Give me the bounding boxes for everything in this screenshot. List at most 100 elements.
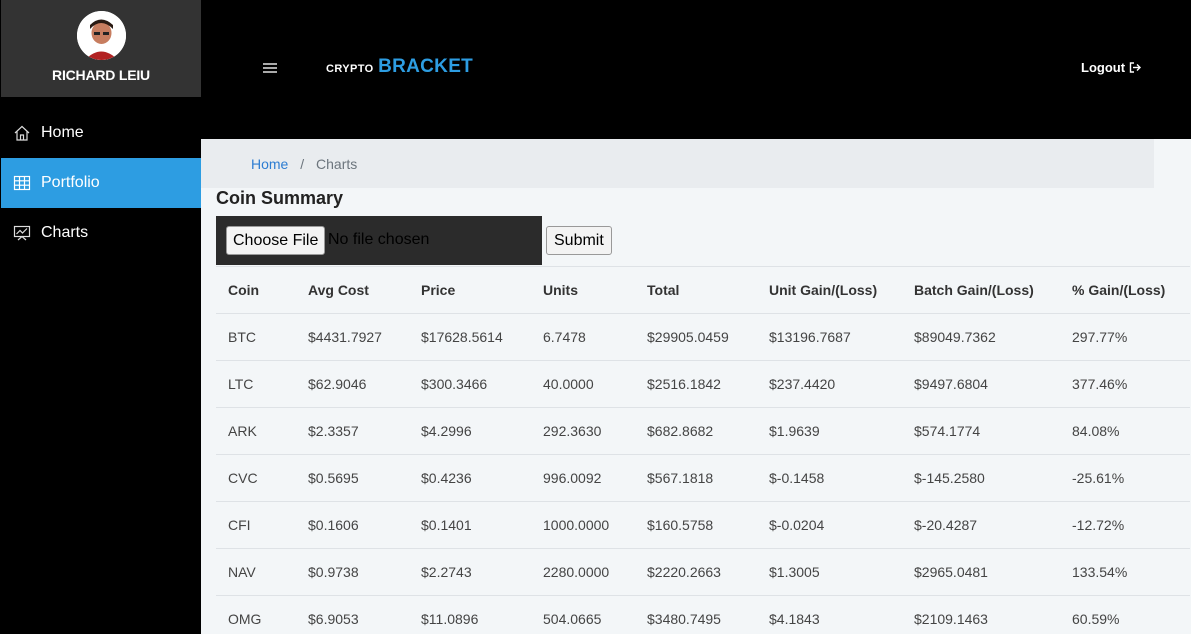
table-cell: $3480.7495 (635, 595, 757, 634)
table-cell: -12.72% (1060, 501, 1190, 549)
no-file-text: No file chosen (328, 231, 430, 248)
table-cell: $567.1818 (635, 454, 757, 502)
table-cell: $574.1774 (902, 407, 1060, 455)
table-cell: 84.08% (1060, 407, 1190, 455)
sidebar-item-portfolio[interactable]: Portfolio (1, 158, 201, 208)
table-cell: OMG (216, 595, 296, 634)
column-header: Units (531, 266, 635, 314)
table-cell: $0.5695 (296, 454, 409, 502)
brand-logo[interactable]: CRYPTO BRACKET (326, 56, 473, 78)
table-header-row: Coin Avg Cost Price Units Total Unit Gai… (216, 266, 1190, 314)
table-cell: 996.0092 (531, 454, 635, 502)
table-cell: $29905.0459 (635, 313, 757, 361)
table-cell: $2220.2663 (635, 548, 757, 596)
column-header: Total (635, 266, 757, 314)
table-cell: $160.5758 (635, 501, 757, 549)
table-cell: CFI (216, 501, 296, 549)
table-cell: ARK (216, 407, 296, 455)
table-cell: $-145.2580 (902, 454, 1060, 502)
table-row: CFI $0.1606 $0.1401 1000.0000 $160.5758 … (216, 501, 1190, 549)
sidebar-item-charts[interactable]: Charts (1, 208, 201, 258)
table-cell: 6.7478 (531, 313, 635, 361)
sidebar-item-label: Home (41, 124, 84, 141)
table-cell: $2965.0481 (902, 548, 1060, 596)
table-cell: $4431.7927 (296, 313, 409, 361)
column-header: % Gain/(Loss) (1060, 266, 1190, 314)
table-cell: $4.2996 (409, 407, 531, 455)
table-cell: $89049.7362 (902, 313, 1060, 361)
table-row: ARK $2.3357 $4.2996 292.3630 $682.8682 $… (216, 407, 1190, 455)
menu-toggle-icon[interactable] (263, 63, 277, 75)
table-cell: $300.3466 (409, 360, 531, 408)
user-name: RICHARD LEIU (52, 67, 150, 83)
coin-summary-table: Coin Avg Cost Price Units Total Unit Gai… (216, 266, 1190, 634)
table-cell: $11.0896 (409, 595, 531, 634)
table-cell: $0.1401 (409, 501, 531, 549)
column-header: Price (409, 266, 531, 314)
table-cell: $4.1843 (757, 595, 902, 634)
column-header: Batch Gain/(Loss) (902, 266, 1060, 314)
file-upload-box: Choose File No file chosen (216, 216, 542, 265)
table-cell: BTC (216, 313, 296, 361)
table-cell: $2516.1842 (635, 360, 757, 408)
table-cell: 292.3630 (531, 407, 635, 455)
brand-big-text: BRACKET (378, 56, 474, 77)
table-cell: 377.46% (1060, 360, 1190, 408)
logout-label: Logout (1081, 60, 1126, 75)
table-row: BTC $4431.7927 $17628.5614 6.7478 $29905… (216, 313, 1190, 361)
table-cell: 2280.0000 (531, 548, 635, 596)
avatar (77, 11, 126, 60)
table-cell: LTC (216, 360, 296, 408)
table-cell: 133.54% (1060, 548, 1190, 596)
breadcrumb-bar: Home / Charts (201, 139, 1154, 188)
table-cell: 60.59% (1060, 595, 1190, 634)
table-cell: CVC (216, 454, 296, 502)
breadcrumb-separator: / (300, 156, 305, 172)
profile-panel: RICHARD LEIU (1, 0, 201, 97)
table-cell: $237.4420 (757, 360, 902, 408)
table-cell: $2.3357 (296, 407, 409, 455)
logout-button[interactable]: Logout (1081, 60, 1142, 75)
table-cell: $0.1606 (296, 501, 409, 549)
breadcrumb: Home / Charts (251, 156, 357, 172)
table-cell: $17628.5614 (409, 313, 531, 361)
column-header: Unit Gain/(Loss) (757, 266, 902, 314)
brand-small-text: CRYPTO (326, 63, 374, 75)
sidebar-nav: Home Portfolio Charts (1, 108, 201, 258)
submit-button[interactable]: Submit (546, 226, 612, 255)
table-cell: 504.0665 (531, 595, 635, 634)
table-cell: NAV (216, 548, 296, 596)
column-header: Avg Cost (296, 266, 409, 314)
table-cell: $1.9639 (757, 407, 902, 455)
table-row: LTC $62.9046 $300.3466 40.0000 $2516.184… (216, 360, 1190, 408)
choose-file-button[interactable]: Choose File (226, 226, 326, 255)
presentation-chart-icon (12, 223, 32, 243)
table-cell: $-20.4287 (902, 501, 1060, 549)
sidebar-item-home[interactable]: Home (1, 108, 201, 158)
sidebar-item-label: Charts (41, 224, 89, 241)
breadcrumb-current: Charts (316, 156, 358, 172)
table-row: NAV $0.9738 $2.2743 2280.0000 $2220.2663… (216, 548, 1190, 596)
table-cell: $62.9046 (296, 360, 409, 408)
table-cell: $682.8682 (635, 407, 757, 455)
sign-out-icon (1129, 62, 1142, 73)
grid-icon (12, 173, 32, 193)
table-cell: $0.4236 (409, 454, 531, 502)
sidebar-item-label: Portfolio (41, 174, 100, 191)
section-title: Coin Summary (216, 188, 344, 208)
table-cell: $13196.7687 (757, 313, 902, 361)
table-cell: $-0.0204 (757, 501, 902, 549)
table-cell: $1.3005 (757, 548, 902, 596)
table-row: OMG $6.9053 $11.0896 504.0665 $3480.7495… (216, 595, 1190, 634)
home-icon (12, 123, 32, 143)
table-cell: $6.9053 (296, 595, 409, 634)
table-cell: -25.61% (1060, 454, 1190, 502)
column-header: Coin (216, 266, 296, 314)
table-cell: $2109.1463 (902, 595, 1060, 634)
table-cell: $9497.6804 (902, 360, 1060, 408)
sidebar: RICHARD LEIU Home Portfolio Charts (0, 0, 201, 634)
breadcrumb-home-link[interactable]: Home (251, 156, 288, 172)
table-cell: 297.77% (1060, 313, 1190, 361)
table-cell: 40.0000 (531, 360, 635, 408)
table-cell: 1000.0000 (531, 501, 635, 549)
